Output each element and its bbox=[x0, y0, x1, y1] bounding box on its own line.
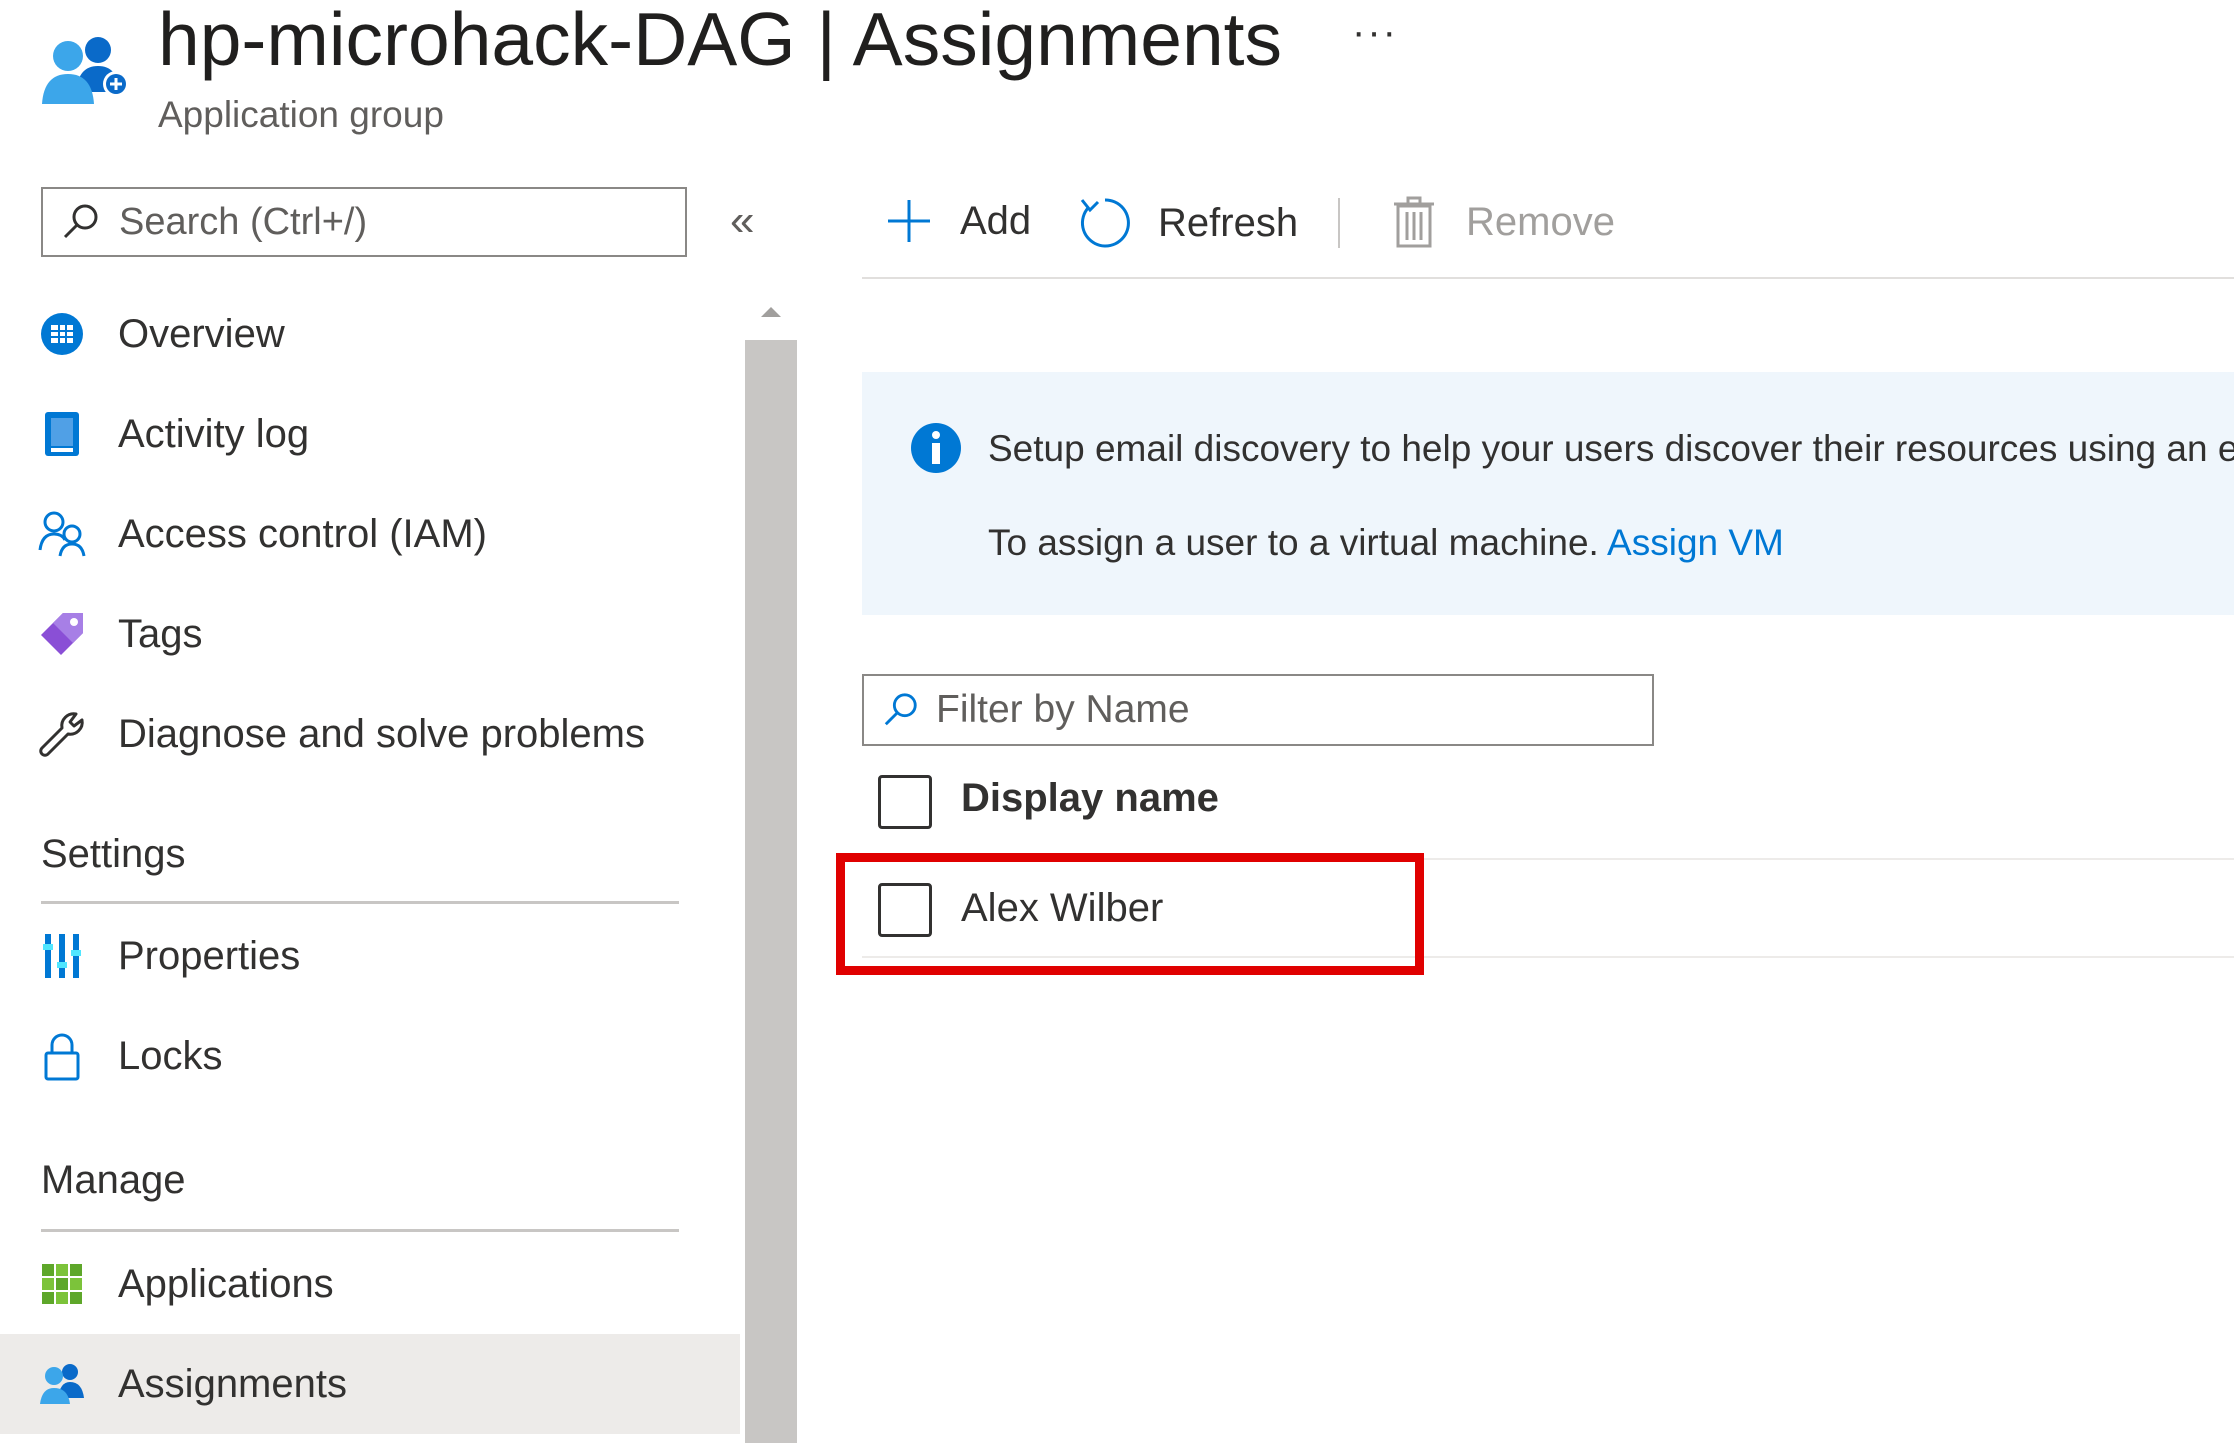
info-banner bbox=[862, 372, 2234, 615]
properties-icon bbox=[0, 932, 118, 980]
info-icon bbox=[910, 422, 962, 479]
assign-vm-link[interactable]: Assign VM bbox=[1607, 522, 1784, 563]
sidebar-item-overview[interactable]: Overview bbox=[0, 284, 740, 384]
refresh-label: Refresh bbox=[1158, 200, 1299, 245]
wrench-icon bbox=[0, 710, 118, 758]
section-divider bbox=[41, 901, 679, 904]
scrollbar-thumb[interactable] bbox=[745, 340, 797, 1443]
sidebar-item-iam[interactable]: Access control (IAM) bbox=[0, 484, 740, 584]
sidebar-item-label: Diagnose and solve problems bbox=[118, 711, 645, 756]
assignments-icon bbox=[0, 1362, 118, 1406]
sidebar-item-label: Overview bbox=[118, 311, 285, 356]
sidebar-item-label: Assignments bbox=[118, 1361, 347, 1406]
collapse-sidebar-button[interactable]: « bbox=[730, 196, 754, 246]
refresh-icon bbox=[1080, 198, 1130, 248]
app-group-icon bbox=[38, 30, 130, 108]
lock-icon bbox=[0, 1031, 118, 1081]
section-divider bbox=[41, 1229, 679, 1232]
sidebar-item-locks[interactable]: Locks bbox=[0, 1006, 740, 1106]
column-header-display-name[interactable]: Display name bbox=[961, 776, 1219, 821]
activity-log-icon bbox=[0, 410, 118, 458]
search-icon bbox=[63, 204, 98, 239]
sidebar-item-applications[interactable]: Applications bbox=[0, 1234, 740, 1334]
scroll-up-button[interactable] bbox=[745, 290, 797, 334]
sidebar-item-activity-log[interactable]: Activity log bbox=[0, 384, 740, 484]
settings-section-title: Settings bbox=[41, 832, 186, 876]
sidebar-item-label: Tags bbox=[118, 611, 203, 656]
filter-input[interactable] bbox=[934, 687, 1638, 733]
search-icon bbox=[884, 693, 917, 726]
toolbar-divider bbox=[862, 277, 2234, 279]
overview-icon bbox=[0, 311, 118, 357]
chevron-up-icon bbox=[761, 307, 781, 317]
sidebar-search[interactable] bbox=[41, 187, 687, 257]
sidebar-item-label: Properties bbox=[118, 933, 301, 978]
trash-icon bbox=[1394, 196, 1434, 248]
select-all-checkbox[interactable] bbox=[878, 775, 932, 829]
sidebar-item-properties[interactable]: Properties bbox=[0, 906, 740, 1006]
more-options-button[interactable]: ··· bbox=[1352, 10, 1398, 55]
sidebar-item-diagnose[interactable]: Diagnose and solve problems bbox=[0, 684, 740, 784]
highlight-box bbox=[836, 853, 1424, 975]
add-label: Add bbox=[960, 198, 1032, 243]
iam-icon bbox=[0, 510, 118, 558]
remove-button[interactable]: Remove bbox=[1392, 196, 1615, 248]
page-subtitle: Application group bbox=[158, 94, 444, 135]
banner-assign-label: To assign a user to a virtual machine. bbox=[988, 522, 1608, 563]
page-title: hp-microhack-DAG | Assignments bbox=[158, 0, 1283, 81]
manage-section-title: Manage bbox=[41, 1158, 186, 1202]
sidebar-item-label: Applications bbox=[118, 1261, 334, 1306]
filter-box[interactable] bbox=[862, 674, 1654, 746]
sidebar-item-label: Access control (IAM) bbox=[118, 511, 487, 556]
sidebar-item-tags[interactable]: Tags bbox=[0, 584, 740, 684]
refresh-button[interactable]: Refresh bbox=[1078, 196, 1298, 250]
plus-icon bbox=[888, 200, 930, 242]
toolbar-separator bbox=[1338, 198, 1340, 248]
banner-message: Setup email discovery to help your users… bbox=[988, 428, 2234, 469]
search-input[interactable] bbox=[117, 199, 661, 245]
remove-label: Remove bbox=[1466, 199, 1615, 244]
applications-grid-icon bbox=[0, 1262, 118, 1306]
add-button[interactable]: Add bbox=[884, 196, 1031, 246]
sidebar-item-assignments[interactable]: Assignments bbox=[0, 1334, 740, 1434]
sidebar-item-label: Activity log bbox=[118, 411, 310, 456]
banner-assign-text: To assign a user to a virtual machine. A… bbox=[988, 522, 1784, 564]
tag-icon bbox=[0, 611, 118, 657]
sidebar-item-label: Locks bbox=[118, 1033, 223, 1078]
